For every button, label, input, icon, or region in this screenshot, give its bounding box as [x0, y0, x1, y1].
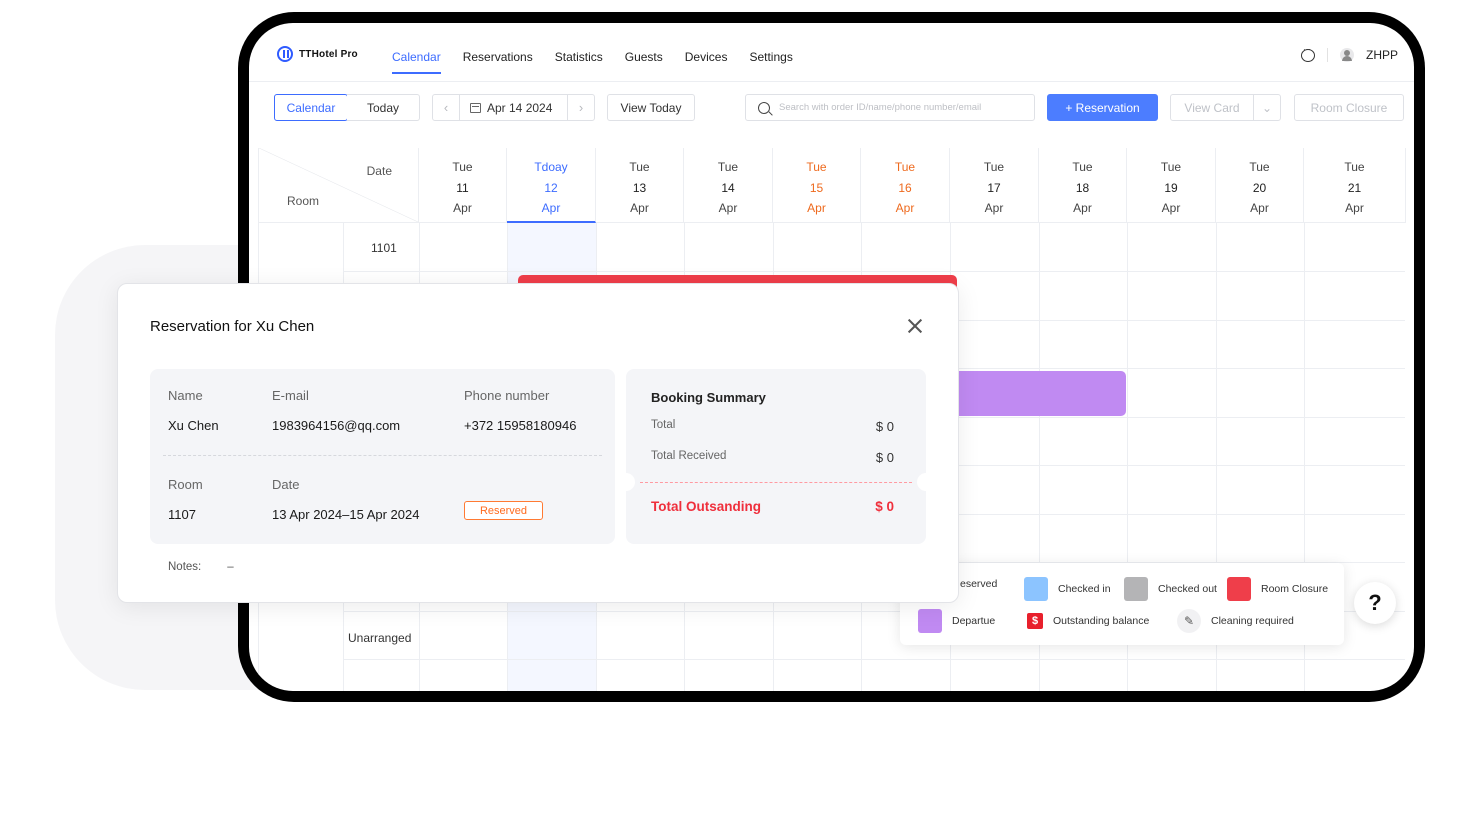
room-closure-swatch: [1227, 577, 1251, 601]
search-placeholder: Search with order ID/name/phone number/e…: [779, 102, 982, 113]
departure-swatch: [918, 609, 942, 633]
date-label: Apr 14 2024: [487, 100, 553, 115]
day-header[interactable]: Tue 14 Apr: [684, 148, 773, 223]
top-nav: TTHotel Pro Calendar Reservations Statis…: [249, 23, 1414, 82]
nav-reservations[interactable]: Reservations: [463, 50, 533, 64]
email-label: E-mail: [272, 388, 309, 403]
nav-settings[interactable]: Settings: [749, 50, 792, 64]
help-button[interactable]: ?: [1354, 582, 1396, 624]
hotel-logo-icon: [277, 46, 293, 62]
calendar-icon: [470, 102, 481, 113]
guest-info-card: Name Xu Chen E-mail 1983964156@qq.com Ph…: [150, 369, 615, 544]
ticket-notch: [917, 473, 926, 491]
legend-room-closure: Room Closure: [1227, 577, 1328, 601]
nav-links: Calendar Reservations Statistics Guests …: [392, 50, 793, 74]
day-header[interactable]: Tue 13 Apr: [596, 148, 684, 223]
date-label: Date: [272, 477, 300, 492]
broom-icon: ✎: [1177, 609, 1201, 633]
user-name[interactable]: ZHPP: [1366, 48, 1398, 62]
legend-departure: Departue: [918, 609, 995, 633]
divider: [1326, 48, 1328, 62]
message-icon[interactable]: [1300, 45, 1315, 62]
logo: TTHotel Pro: [277, 46, 358, 62]
checked-out-swatch: [1124, 577, 1148, 601]
notes-value: –: [227, 561, 234, 573]
booking-summary-card: Booking Summary Total $ 0 Total Received…: [626, 369, 926, 544]
unarranged-label: Unarranged: [348, 631, 412, 645]
corner-room-label: Room: [287, 194, 320, 208]
chevron-right-icon[interactable]: ›: [568, 95, 594, 120]
notes-row: Notes: –: [168, 561, 234, 573]
calendar-view-button[interactable]: Calendar: [274, 94, 348, 121]
dialog-title: Reservation for Xu Chen: [150, 318, 315, 335]
status-badge: Reserved: [464, 501, 543, 520]
search-input[interactable]: Search with order ID/name/phone number/e…: [745, 94, 1035, 121]
day-header[interactable]: Tue 15 Apr: [773, 148, 861, 223]
day-header[interactable]: Tdoay 12 Apr: [507, 148, 596, 223]
date-picker[interactable]: Apr 14 2024: [459, 95, 568, 120]
grid-hline: [343, 659, 1405, 660]
today-view-button[interactable]: Today: [347, 94, 420, 121]
chevron-down-icon[interactable]: ⌄: [1253, 94, 1281, 121]
phone-label: Phone number: [464, 388, 550, 403]
total-row: Total $ 0: [651, 419, 894, 434]
summary-title: Booking Summary: [651, 390, 766, 405]
day-header[interactable]: Tue 16 Apr: [861, 148, 950, 223]
divider: [163, 455, 602, 456]
grid-hline: [343, 271, 1405, 272]
outstanding-row: Total Outsanding $ 0: [651, 499, 894, 514]
nav-guests[interactable]: Guests: [625, 50, 663, 64]
day-header[interactable]: Tue 11 Apr: [419, 148, 507, 223]
day-header[interactable]: Tue 17 Apr: [950, 148, 1039, 223]
nav-devices[interactable]: Devices: [685, 50, 728, 64]
guest-phone: +372 15958180946: [464, 418, 577, 433]
room-label: Room: [168, 477, 203, 492]
room-closure-button[interactable]: Room Closure: [1294, 94, 1404, 121]
day-header[interactable]: Tue 20 Apr: [1216, 148, 1304, 223]
received-row: Total Received $ 0: [651, 450, 894, 465]
grid-corner: Date Room: [259, 148, 419, 223]
legend-checked-in: Checked in: [1024, 577, 1111, 601]
date-navigator: ‹ Apr 14 2024 ›: [432, 94, 595, 121]
chevron-left-icon[interactable]: ‹: [433, 95, 459, 120]
room-value: 1107: [168, 507, 196, 522]
nav-statistics[interactable]: Statistics: [555, 50, 603, 64]
checked-in-swatch: [1024, 577, 1048, 601]
notes-label: Notes:: [168, 561, 202, 573]
legend-reserved: eserved: [960, 578, 998, 590]
search-icon: [758, 101, 770, 114]
legend-cleaning-required: ✎ Cleaning required: [1177, 609, 1294, 633]
legend-checked-out: Checked out: [1124, 577, 1217, 601]
divider: [640, 482, 912, 483]
departure-bar[interactable]: [959, 371, 1126, 416]
ticket-notch: [626, 473, 635, 491]
nav-calendar[interactable]: Calendar: [392, 50, 441, 74]
guest-name: Xu Chen: [168, 418, 219, 433]
logo-text: TTHotel Pro: [299, 48, 358, 60]
room-number[interactable]: 1101: [371, 241, 397, 255]
status-legend: eserved Checked in Checked out Room Clos…: [900, 563, 1344, 645]
date-range: 13 Apr 2024–15 Apr 2024: [272, 507, 420, 522]
view-today-button[interactable]: View Today: [607, 94, 695, 121]
guest-email: 1983964156@qq.com: [272, 418, 401, 433]
dollar-icon: $: [1027, 613, 1043, 629]
close-icon[interactable]: [907, 318, 923, 334]
day-header[interactable]: Tue 21 Apr: [1304, 148, 1406, 223]
reservation-dialog: Reservation for Xu Chen Name Xu Chen E-m…: [117, 283, 959, 603]
day-header[interactable]: Tue 18 Apr: [1039, 148, 1127, 223]
legend-outstanding-balance: $ Outstanding balance: [1027, 613, 1149, 629]
nav-right: ZHPP: [1300, 45, 1398, 62]
corner-date-label: Date: [366, 164, 392, 178]
user-avatar-icon[interactable]: [1339, 48, 1354, 62]
day-header[interactable]: Tue 19 Apr: [1127, 148, 1216, 223]
add-reservation-button[interactable]: + Reservation: [1047, 94, 1158, 121]
view-card-button[interactable]: View Card: [1170, 94, 1254, 121]
name-label: Name: [168, 388, 203, 403]
